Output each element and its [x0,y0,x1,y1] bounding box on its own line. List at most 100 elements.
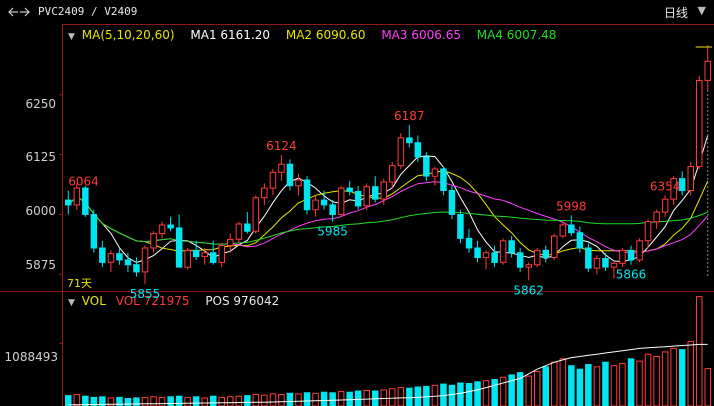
volume-bar [295,393,302,406]
candle-body [116,253,123,261]
candle-body [542,249,549,259]
ma-line-ma2 [67,170,709,256]
volume-bar [235,395,243,406]
candle-body [619,249,626,264]
volume-bar [644,353,652,406]
candle-body [210,252,217,263]
price-annotation: 5985 [317,225,348,239]
price-chart[interactable]: 6064 5855 6124 5985 6187 5862 5998 5866 6354 [0,0,714,406]
price-annotation: 5862 [513,284,544,298]
volume-bar [482,380,490,406]
ma-line-ma3 [67,181,709,254]
volume-bar [337,391,345,406]
candle-body [141,247,149,273]
volume-bar [141,396,149,406]
volume-bar [124,398,132,406]
volume-bar [210,395,217,406]
volume-bar [568,365,575,406]
candle-body [499,240,507,263]
volume-bar [286,392,294,406]
volume-bar [551,361,558,406]
candle-body [661,198,669,213]
candle-body [696,80,703,168]
volume-bar [158,396,166,406]
volume-bar [414,386,422,406]
candle-body [465,237,473,249]
volume-bar [363,390,370,406]
candle-body [65,199,72,206]
candle-body [167,224,174,229]
candle-body [133,264,140,273]
candle-body [244,223,251,232]
candle-body [184,249,191,268]
candle-body [90,214,98,249]
volume-bar [252,394,260,406]
volume-bar [389,388,396,406]
candle-body [610,262,618,268]
volume-bar [602,361,609,406]
candle-body [320,199,328,206]
volume-bar [627,358,635,406]
price-annotation: 5855 [130,287,161,301]
candle-body [423,156,430,177]
volume-bar [329,392,336,406]
volume-bar [448,384,456,406]
volume-bar [499,376,507,406]
volume-bar [661,351,669,406]
candle-body [82,187,89,215]
candle-body [593,258,601,269]
volume-bar [320,391,328,406]
candle-body [482,252,490,259]
volume-bar [534,371,541,406]
candle-body [431,168,439,177]
candle-body [602,258,609,268]
volume-bar [585,364,592,406]
volume-bar [704,368,711,406]
candle-body [627,249,635,261]
price-annotation: 6354 [650,179,681,193]
volume-bar [619,362,626,406]
volume-bar [278,394,285,406]
candle-body [235,223,243,240]
volume-bar [653,356,660,406]
volume-bar [303,392,311,406]
candle-body [687,166,694,192]
candle-body [474,247,481,259]
candle-body [397,137,405,167]
candle-body [406,137,413,144]
volume-bar [508,374,515,406]
candle-body [568,224,575,234]
volume-bar [192,396,200,406]
volume-bar [610,365,618,406]
volume-bar [227,396,234,406]
volume-bar [354,390,362,406]
candle-body [269,171,277,189]
candle-body [551,235,558,258]
candle-body [99,247,106,263]
candle-body [380,181,387,200]
volume-bar [696,296,703,406]
candle-body [158,224,166,235]
price-annotation: 6064 [68,175,99,189]
volume-bar [167,396,174,406]
candle-body [534,249,541,266]
candle-body [218,245,225,263]
candle-body [354,191,362,207]
candle-body [337,187,345,215]
candle-body [346,187,353,193]
volume-bar [542,366,549,406]
volume-bar [269,393,277,406]
candle-body [653,211,660,223]
volume-bar [474,381,481,406]
candle-body [636,240,643,261]
volume-bar [184,396,191,406]
candle-body [363,186,370,207]
candle-body [329,204,336,215]
volume-bar [525,375,532,406]
candle-body [175,227,183,268]
candle-body [644,221,652,242]
candle-body [73,187,81,206]
candle-body [585,247,592,269]
price-annotation: 5866 [616,268,647,282]
candle-body [124,259,132,266]
